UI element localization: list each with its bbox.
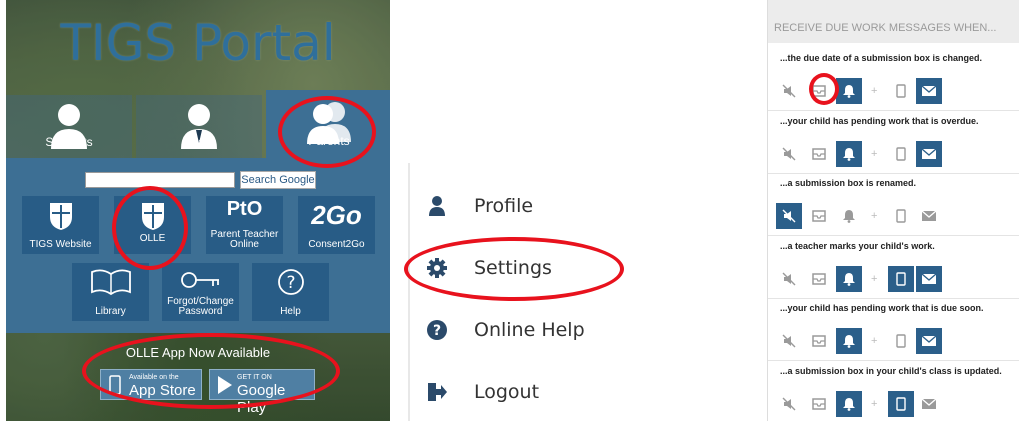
bell-toggle[interactable] bbox=[836, 328, 862, 354]
menu-item-online-help[interactable]: ? Online Help bbox=[408, 309, 638, 349]
menu-item-logout[interactable]: Logout bbox=[408, 371, 638, 411]
phone-toggle[interactable] bbox=[888, 78, 914, 104]
highlight-app-buttons bbox=[82, 333, 340, 409]
mute-toggle[interactable] bbox=[776, 141, 802, 167]
bell-toggle[interactable] bbox=[836, 141, 862, 167]
tile-label: Library bbox=[95, 306, 126, 317]
tile-forgot-password[interactable]: Forgot/Change Password bbox=[162, 263, 239, 321]
inbox-toggle[interactable] bbox=[806, 266, 832, 292]
svg-text:?: ? bbox=[433, 323, 441, 339]
mail-toggle[interactable] bbox=[916, 391, 942, 417]
search-button[interactable]: Search Google bbox=[240, 171, 316, 189]
section-header: RECEIVE DUE WORK MESSAGES WHEN... bbox=[768, 0, 1019, 43]
notification-label: ...a teacher marks your child's work. bbox=[780, 241, 935, 251]
phone-toggle[interactable] bbox=[888, 266, 914, 292]
row-divider bbox=[768, 360, 1019, 361]
phone-toggle[interactable] bbox=[888, 203, 914, 229]
phone-toggle[interactable] bbox=[888, 328, 914, 354]
question-icon: ? bbox=[277, 269, 304, 295]
menu-item-profile[interactable]: Profile bbox=[408, 185, 638, 225]
key-icon bbox=[180, 272, 219, 288]
notification-label: ...the due date of a submission box is c… bbox=[780, 53, 983, 63]
highlight-inbox-toggle bbox=[809, 73, 839, 105]
tab-label: Students bbox=[45, 135, 93, 149]
pto-logo: PtO bbox=[226, 198, 263, 220]
menu-label: Online Help bbox=[474, 319, 585, 341]
mail-toggle[interactable] bbox=[916, 141, 942, 167]
plus-separator: + bbox=[871, 148, 878, 160]
tile-library[interactable]: Library bbox=[72, 263, 149, 321]
inbox-toggle[interactable] bbox=[806, 391, 832, 417]
highlight-olle bbox=[112, 186, 188, 270]
tile-label-line2: Online bbox=[230, 239, 259, 250]
mute-toggle[interactable] bbox=[776, 328, 802, 354]
mute-toggle[interactable] bbox=[776, 203, 802, 229]
phone-toggle[interactable] bbox=[888, 391, 914, 417]
notification-label: ...a submission box in your child's clas… bbox=[780, 366, 1002, 376]
inbox-toggle[interactable] bbox=[806, 203, 832, 229]
tile-label: Help bbox=[280, 306, 301, 317]
tile-parent-teacher-online[interactable]: PtO Parent Teacher Online bbox=[206, 196, 283, 254]
phone-toggle[interactable] bbox=[888, 141, 914, 167]
row-divider bbox=[768, 235, 1019, 236]
tile-label: TIGS Website bbox=[29, 239, 92, 250]
row-divider bbox=[768, 110, 1019, 111]
logout-icon bbox=[428, 383, 447, 401]
bell-toggle[interactable] bbox=[836, 391, 862, 417]
plus-separator: + bbox=[871, 398, 878, 410]
tab-staff[interactable]: Staff bbox=[136, 95, 262, 159]
notification-toggle-row: + bbox=[768, 78, 1019, 108]
highlight-settings bbox=[404, 237, 624, 301]
notification-toggle-row: + bbox=[768, 266, 1019, 296]
inbox-toggle[interactable] bbox=[806, 141, 832, 167]
svg-text:?: ? bbox=[286, 273, 295, 293]
tab-students[interactable]: Students bbox=[6, 95, 132, 159]
highlight-parents bbox=[278, 96, 376, 168]
mute-toggle[interactable] bbox=[776, 391, 802, 417]
tab-label: Staff bbox=[186, 135, 212, 149]
notification-toggle-row: + bbox=[768, 203, 1019, 233]
crest-icon bbox=[49, 203, 72, 230]
tile-label: Consent2Go bbox=[308, 239, 365, 250]
plus-separator: + bbox=[871, 335, 878, 347]
notification-label: ...your child has pending work that is d… bbox=[780, 303, 984, 313]
mail-toggle[interactable] bbox=[916, 266, 942, 292]
user-icon bbox=[429, 196, 445, 216]
consent2go-logo: 2Go bbox=[311, 200, 362, 230]
book-icon bbox=[90, 269, 131, 296]
row-divider bbox=[768, 173, 1019, 174]
tile-label-line2: Password bbox=[178, 306, 223, 317]
menu-label: Logout bbox=[474, 381, 540, 403]
page-title: TIGS Portal bbox=[60, 14, 336, 72]
user-menu: Profile Settings ? Online Help Logout bbox=[404, 163, 640, 421]
portal-panel: TIGS Portal Students Staff Parents Searc… bbox=[6, 0, 390, 421]
bell-toggle[interactable] bbox=[836, 203, 862, 229]
tile-consent2go[interactable]: 2Go Consent2Go bbox=[298, 196, 375, 254]
notification-label: ...a submission box is renamed. bbox=[780, 178, 917, 188]
mail-toggle[interactable] bbox=[916, 78, 942, 104]
notification-toggle-row: + bbox=[768, 391, 1019, 421]
inbox-toggle[interactable] bbox=[806, 328, 832, 354]
bell-toggle[interactable] bbox=[836, 78, 862, 104]
tile-tigs-website[interactable]: TIGS Website bbox=[22, 196, 99, 254]
search-input[interactable] bbox=[85, 172, 235, 188]
tile-help[interactable]: ? Help bbox=[252, 263, 329, 321]
mute-toggle[interactable] bbox=[776, 78, 802, 104]
plus-separator: + bbox=[871, 273, 878, 285]
notification-toggle-row: + bbox=[768, 328, 1019, 358]
bell-toggle[interactable] bbox=[836, 266, 862, 292]
mute-toggle[interactable] bbox=[776, 266, 802, 292]
notification-settings: RECEIVE DUE WORK MESSAGES WHEN... ...the… bbox=[767, 0, 1019, 421]
plus-separator: + bbox=[871, 85, 878, 97]
menu-label: Profile bbox=[474, 195, 534, 217]
mail-toggle[interactable] bbox=[916, 328, 942, 354]
mail-toggle[interactable] bbox=[916, 203, 942, 229]
notification-toggle-row: + bbox=[768, 141, 1019, 171]
notification-label: ...your child has pending work that is o… bbox=[780, 116, 979, 126]
plus-separator: + bbox=[871, 210, 878, 222]
row-divider bbox=[768, 298, 1019, 299]
question-circle-icon: ? bbox=[427, 320, 447, 340]
